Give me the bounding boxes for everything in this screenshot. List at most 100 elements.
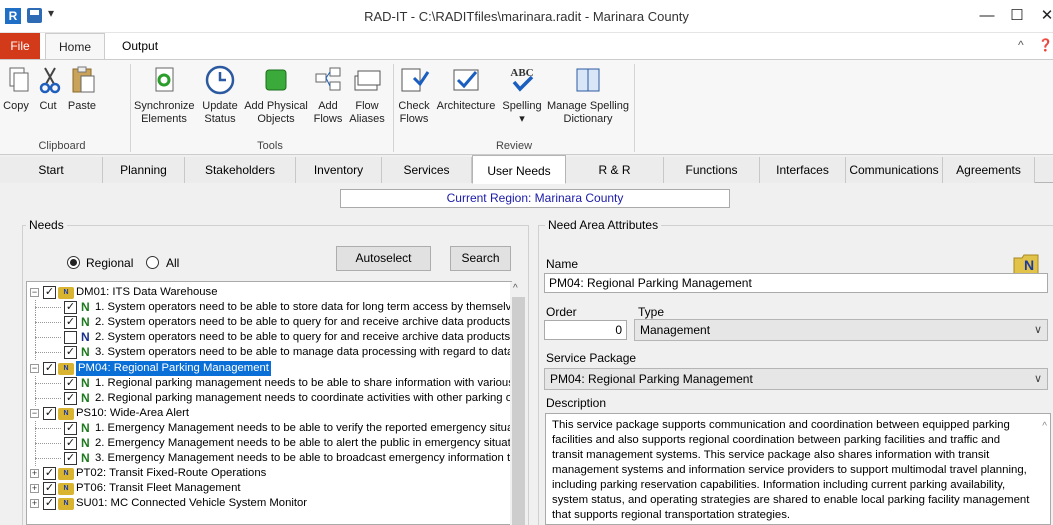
expand-icon[interactable]: + (30, 499, 39, 509)
paste-button[interactable]: Paste (62, 64, 102, 113)
checkbox[interactable]: ✓ (64, 301, 77, 315)
checkbox[interactable]: ✓ (64, 437, 77, 450)
tab-functions[interactable]: Functions (664, 157, 760, 183)
service-package-select-value: PM04: Regional Parking Management (550, 372, 753, 386)
need-icon: N (81, 300, 90, 315)
tree-connector (35, 397, 61, 399)
flow-aliases-button[interactable]: Flow Aliases (348, 64, 386, 126)
architecture-button[interactable]: Architecture (433, 64, 499, 113)
scroll-up-icon[interactable]: ^ (513, 283, 518, 294)
tree-service-package-node[interactable]: + ✓ N PT02: Transit Fixed-Route Operations (27, 466, 511, 481)
menu-bar: File Home Output (0, 33, 1053, 60)
needs-group-label: Needs (26, 218, 67, 232)
synchronize-elements-button[interactable]: Synchronize Elements (134, 64, 195, 126)
collapse-ribbon-icon[interactable]: ^ (1018, 38, 1024, 52)
collapse-icon[interactable]: − (30, 363, 39, 373)
architecture-icon (453, 69, 479, 91)
tree-service-package-node[interactable]: − ✓ N PS10: Wide-Area Alert (27, 406, 511, 421)
tab-user-needs[interactable]: User Needs (472, 155, 566, 184)
copy-button[interactable]: Copy (2, 64, 30, 113)
tree-service-package-node[interactable]: − ✓ N PM04: Regional Parking Management (27, 360, 511, 376)
name-field[interactable]: PM04: Regional Parking Management (544, 273, 1048, 293)
help-icon[interactable]: ❓ (1038, 38, 1053, 52)
add-physical-objects-button[interactable]: Add Physical Objects (243, 64, 309, 126)
tab-start[interactable]: Start (0, 157, 103, 183)
tree-service-package-node[interactable]: − ✓ N DM01: ITS Data Warehouse (27, 285, 511, 300)
tree-need-node[interactable]: ✓ N 1. System operators need to be able to… (27, 300, 511, 316)
tab-r-and-r[interactable]: R & R (566, 157, 664, 183)
type-select[interactable]: Management ∨ (634, 319, 1048, 341)
checkbox[interactable]: ✓ (64, 376, 77, 390)
expand-icon[interactable]: + (30, 469, 39, 479)
description-textarea[interactable]: This service package supports communicat… (545, 413, 1051, 525)
update-status-button[interactable]: Update Status (198, 64, 242, 126)
scrollbar-thumb[interactable] (512, 297, 525, 525)
checkbox[interactable]: ✓ (43, 361, 56, 375)
tab-stakeholders[interactable]: Stakeholders (185, 157, 296, 183)
tab-inventory[interactable]: Inventory (296, 157, 382, 183)
file-menu[interactable]: File (0, 33, 40, 59)
checkbox[interactable]: ✓ (64, 391, 77, 405)
close-button[interactable]: ✕ (1033, 5, 1053, 27)
tree-need-node[interactable]: ✓ N 2. Regional parking management needs t… (27, 390, 512, 406)
tree-need-node[interactable]: ✓ N 2. Emergency Management needs to be ab… (27, 436, 511, 451)
all-radio[interactable] (146, 256, 159, 269)
checkbox[interactable]: ✓ (64, 452, 77, 466)
cut-button[interactable]: Cut (34, 64, 62, 113)
spelling-button[interactable]: ABC Spelling ▾ (500, 64, 544, 126)
checkbox[interactable]: ✓ (64, 421, 77, 435)
check-flows-button[interactable]: Check Flows (397, 64, 431, 126)
needs-tree-scrollbar[interactable]: ^ (510, 282, 527, 525)
search-button[interactable]: Search (450, 246, 511, 271)
output-ribbon-tab[interactable]: Output (112, 33, 168, 59)
title-bar: R ▾ RAD-IT - C:\RADITfiles\marinara.radi… (0, 0, 1053, 33)
tree-need-node[interactable]: ✓ N 1. Regional parking management needs t… (27, 375, 511, 391)
checkbox[interactable]: ✓ (43, 482, 56, 496)
copy-icon (9, 67, 29, 92)
tree-need-node[interactable]: ✓ N 1. Emergency Management needs to be ab… (27, 420, 511, 436)
home-ribbon-tab[interactable]: Home (45, 33, 105, 60)
needs-tree[interactable]: − ✓ N DM01: ITS Data Warehouse ✓ N 1. System o… (26, 281, 512, 525)
checkbox[interactable]: ✓ (43, 286, 56, 299)
tools-group-label: Tools (257, 140, 283, 152)
tree-node-label: 2. Regional parking management needs to … (95, 391, 512, 404)
maximize-button[interactable]: ☐ (1003, 5, 1031, 27)
dictionary-icon (576, 68, 600, 92)
add-flows-button[interactable]: Add Flows (312, 64, 344, 126)
checkbox[interactable]: ✓ (64, 346, 77, 360)
tree-node-label: 2. System operators need to be able to q… (95, 331, 511, 344)
tree-need-node[interactable]: ✓ N 3. System operators need to be able to… (27, 345, 512, 361)
scroll-up-icon[interactable]: ^ (1042, 419, 1047, 434)
checkbox[interactable]: ✓ (43, 406, 56, 420)
autoselect-button[interactable]: Autoselect (336, 246, 431, 271)
tab-interfaces[interactable]: Interfaces (760, 157, 846, 183)
tree-node-label: 3. System operators need to be able to m… (95, 346, 512, 359)
minimize-button[interactable]: — (973, 5, 1001, 27)
tree-need-node[interactable]: N 2. System operators need to be able to … (27, 330, 511, 346)
expand-icon[interactable]: + (30, 484, 39, 494)
checkbox[interactable]: ✓ (43, 467, 56, 481)
collapse-icon[interactable]: − (30, 288, 39, 297)
tree-need-node[interactable]: ✓ N 2. System operators need to be able to… (27, 315, 511, 331)
tab-services[interactable]: Services (382, 157, 472, 183)
tree-need-node[interactable]: ✓ N 3. Emergency Management needs to be ab… (27, 451, 511, 467)
clipboard-group-label: Clipboard (38, 140, 86, 152)
tab-communications[interactable]: Communications (846, 157, 943, 183)
tree-service-package-node[interactable]: + ✓ N SU01: MC Connected Vehicle System Mon… (27, 496, 511, 511)
check-flows-label: Check Flows (398, 100, 430, 125)
tab-planning[interactable]: Planning (103, 157, 185, 183)
collapse-icon[interactable]: − (30, 408, 39, 418)
checkbox[interactable] (64, 331, 77, 345)
tab-agreements[interactable]: Agreements (943, 157, 1035, 183)
regional-radio[interactable] (67, 256, 80, 269)
service-package-select[interactable]: PM04: Regional Parking Management ∨ (544, 368, 1048, 390)
ribbon: Copy Cut Paste Synchronize Elements Upda… (0, 59, 1053, 155)
tree-service-package-node[interactable]: + ✓ N PT06: Transit Fleet Management (27, 481, 511, 496)
checkbox[interactable]: ✓ (64, 316, 77, 330)
checkbox[interactable]: ✓ (43, 497, 56, 511)
separator (130, 64, 131, 152)
paste-icon (72, 66, 95, 93)
tree-connector (35, 458, 61, 460)
order-field[interactable]: 0 (544, 320, 627, 340)
manage-spelling-dictionary-button[interactable]: Manage Spelling Dictionary (545, 64, 631, 126)
